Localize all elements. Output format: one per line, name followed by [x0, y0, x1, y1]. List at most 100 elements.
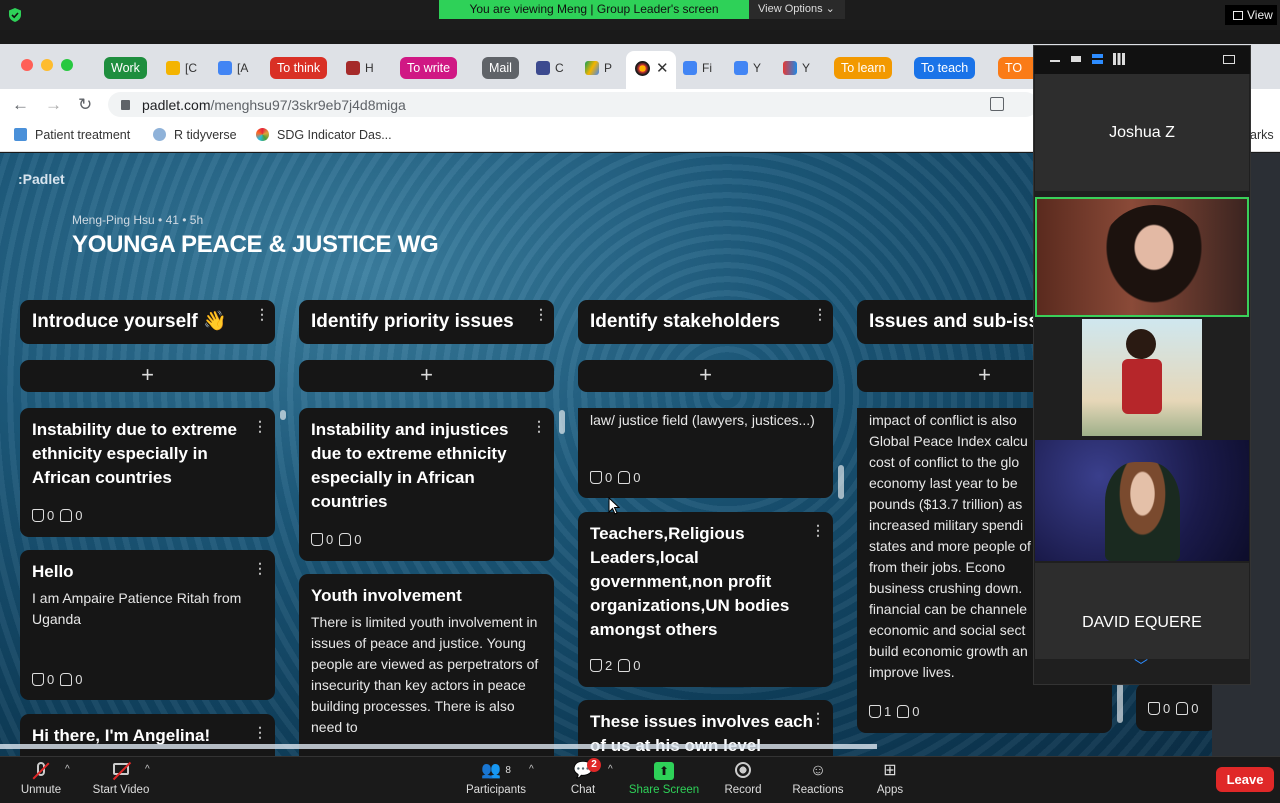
tab-2[interactable]: [A	[218, 58, 248, 78]
tab-group-to-write[interactable]: To write	[400, 57, 458, 79]
share-screen-button[interactable]: ⬆ Share Screen	[628, 762, 700, 796]
participant-tile-active-speaker[interactable]	[1035, 197, 1249, 317]
install-icon[interactable]	[990, 97, 1004, 111]
tab-1[interactable]: [C	[166, 58, 197, 78]
leave-button[interactable]: Leave	[1216, 767, 1274, 792]
more-options-icon[interactable]: ⋮	[253, 554, 267, 582]
chevron-down-icon[interactable]: ﹀	[1134, 656, 1148, 676]
thumbs-down-icon[interactable]	[618, 659, 631, 672]
post-card[interactable]: law/ justice field (lawyers, justices...…	[578, 408, 833, 498]
post-card[interactable]: Teachers,Religious Leaders,local governm…	[578, 512, 833, 687]
close-tab-icon[interactable]: ✕	[656, 59, 669, 77]
tab-4-label: H	[365, 61, 374, 75]
back-icon[interactable]: ←	[12, 95, 29, 115]
more-options-icon[interactable]: ⋮	[532, 412, 546, 440]
participant-tile-video[interactable]	[1035, 319, 1249, 436]
apps-button[interactable]: ⊞ Apps	[874, 762, 906, 796]
single-view-icon[interactable]	[1071, 56, 1081, 62]
column-scrollbar[interactable]	[838, 465, 844, 499]
participant-tile-video[interactable]	[1035, 440, 1249, 561]
start-video-button[interactable]: Start Video	[90, 761, 152, 796]
tab-group-to-teach[interactable]: To teach	[914, 57, 976, 79]
tab-group-mail[interactable]: Mail	[482, 57, 519, 79]
thumbs-up-icon[interactable]	[590, 659, 602, 672]
add-post-button[interactable]: +	[299, 360, 554, 392]
add-post-button[interactable]: +	[20, 360, 275, 392]
post-card[interactable]: Instability due to extreme ethnicity esp…	[20, 408, 275, 537]
unmute-button[interactable]: Unmute	[20, 762, 62, 796]
more-options-icon[interactable]: ⋮	[253, 718, 267, 746]
pop-out-icon[interactable]	[1223, 55, 1235, 64]
reactions-label: Reactions	[792, 784, 844, 796]
column-scrollbar[interactable]	[1117, 683, 1123, 723]
tab-8[interactable]: P	[585, 58, 612, 78]
maximize-window-button[interactable]	[61, 59, 73, 71]
bookmark-sdg[interactable]: SDG Indicator Das...	[256, 128, 392, 142]
reload-icon[interactable]: ↻	[78, 95, 92, 115]
more-options-icon[interactable]: ⋮	[253, 412, 267, 440]
post-card[interactable]: Hi there, I'm Angelina! ⋮	[20, 714, 275, 756]
thumbs-up-icon[interactable]	[590, 471, 602, 484]
tab-group-to-do[interactable]: TO D	[998, 57, 1038, 79]
video-options-caret[interactable]: ^	[145, 764, 150, 775]
bookmarks-overflow[interactable]: arks	[1250, 128, 1274, 142]
tab-9[interactable]: Fi	[683, 58, 712, 78]
post-card[interactable]: 00	[1136, 683, 1212, 731]
participants-button[interactable]: 👥 8 Participants	[465, 762, 527, 796]
bookmark-patient-treatment[interactable]: Patient treatment	[14, 128, 130, 142]
column-scrollbar[interactable]	[280, 410, 286, 420]
participants-count: 8	[505, 765, 511, 776]
tab-8-label: P	[604, 61, 613, 75]
tab-7[interactable]: C	[536, 58, 564, 78]
participant-tile[interactable]: Joshua Z	[1035, 74, 1249, 191]
add-post-button[interactable]: +	[578, 360, 833, 392]
record-button[interactable]: Record	[722, 762, 764, 796]
post-card[interactable]: Hello ⋮ I am Ampaire Patience Ritah from…	[20, 550, 275, 700]
more-options-icon[interactable]: ⋮	[811, 704, 825, 732]
tab-group-to-learn[interactable]: To learn	[834, 57, 893, 79]
tab-10[interactable]: Y	[734, 58, 761, 78]
thumbs-up-icon[interactable]	[32, 673, 44, 686]
thumbs-up-icon[interactable]	[311, 533, 323, 546]
thumbs-up-icon[interactable]	[1148, 702, 1160, 715]
padlet-logo[interactable]: :Padlet	[18, 171, 65, 187]
thumbs-up-icon[interactable]	[32, 509, 44, 522]
tab-group-work[interactable]: Work	[104, 57, 147, 79]
active-tab-padlet[interactable]: ✕	[626, 51, 676, 89]
thumbs-down-icon[interactable]	[339, 533, 352, 546]
security-shield-icon	[9, 8, 21, 22]
more-options-icon[interactable]: ⋮	[255, 300, 269, 328]
thumbs-up-icon[interactable]	[869, 705, 881, 718]
minimize-window-button[interactable]	[41, 59, 53, 71]
thumbs-down-icon[interactable]	[618, 471, 631, 484]
column-scrollbar[interactable]	[559, 410, 565, 434]
dislikes-count: 0	[912, 704, 920, 719]
more-options-icon[interactable]: ⋮	[534, 300, 548, 328]
more-options-icon[interactable]: ⋮	[811, 516, 825, 544]
horizontal-scrollbar[interactable]	[0, 744, 877, 749]
strip-view-icon[interactable]	[1092, 54, 1103, 64]
thumbs-down-icon[interactable]	[897, 705, 910, 718]
close-window-button[interactable]	[21, 59, 33, 71]
minimize-icon[interactable]	[1050, 60, 1060, 62]
thumbs-down-icon[interactable]	[60, 673, 73, 686]
participants-caret[interactable]: ^	[529, 764, 534, 775]
chat-caret[interactable]: ^	[608, 764, 613, 775]
reactions-button[interactable]: ☺ Reactions	[790, 762, 846, 796]
post-card[interactable]: Instability and injustices due to extrem…	[299, 408, 554, 561]
audio-options-caret[interactable]: ^	[65, 764, 70, 775]
participant-tile[interactable]: DAVID EQUERE	[1035, 563, 1249, 659]
thumbs-down-icon[interactable]	[60, 509, 73, 522]
view-options-button[interactable]: View Options ⌄	[749, 0, 845, 19]
tab-group-to-think[interactable]: To think	[270, 57, 328, 79]
post-card[interactable]: Youth involvement There is limited youth…	[299, 574, 554, 756]
tab-11[interactable]: Y	[783, 58, 810, 78]
bookmark-r-tidyverse[interactable]: R tidyverse	[153, 128, 237, 142]
participants-label: Participants	[465, 784, 527, 796]
view-button[interactable]: View	[1225, 5, 1277, 25]
more-options-icon[interactable]: ⋮	[813, 300, 827, 328]
forward-icon[interactable]: →	[45, 95, 62, 115]
tab-4[interactable]: H	[346, 58, 374, 78]
grid-view-icon[interactable]	[1113, 53, 1125, 65]
thumbs-down-icon[interactable]	[1176, 702, 1189, 715]
